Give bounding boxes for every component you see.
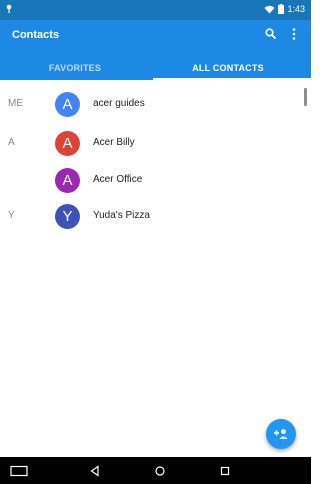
tab-all-contacts[interactable]: ALL CONTACTS — [153, 56, 303, 80]
add-contact-icon — [274, 429, 288, 439]
avatar: A — [55, 168, 80, 193]
app-bar: Contacts FAVORITES ALL CONTACTS — [0, 20, 311, 80]
wifi-icon — [264, 5, 275, 13]
status-time: 1:43 — [287, 4, 305, 14]
avatar: Y — [55, 204, 80, 229]
contact-name: Yuda's Pizza — [93, 210, 150, 221]
back-icon — [90, 464, 99, 477]
contact-row[interactable]: A Acer Office — [0, 163, 300, 199]
add-contact-button[interactable] — [266, 419, 296, 449]
page-title: Contacts — [12, 29, 60, 41]
section-letter: A — [8, 137, 15, 148]
status-right: 1:43 — [264, 4, 305, 14]
home-icon — [155, 465, 165, 476]
tab-bar: FAVORITES ALL CONTACTS — [0, 56, 311, 80]
contact-name: acer guides — [93, 98, 145, 109]
pin-icon — [6, 4, 12, 13]
avatar: A — [55, 131, 80, 156]
battery-icon — [278, 4, 285, 14]
keyboard-button[interactable] — [10, 463, 28, 478]
recents-icon — [220, 466, 230, 475]
section-letter: Y — [8, 210, 15, 221]
section-letter: ME — [8, 98, 23, 109]
contact-list[interactable]: ME A acer guides A A Acer Billy A Acer O… — [0, 80, 311, 457]
tab-favorites[interactable]: FAVORITES — [0, 56, 150, 80]
contact-row[interactable]: Y Y Yuda's Pizza — [0, 199, 300, 235]
keyboard-icon — [10, 465, 28, 476]
home-button[interactable] — [154, 463, 166, 478]
contact-name: Acer Office — [93, 174, 143, 185]
recents-button[interactable] — [219, 463, 231, 478]
more-vert-icon[interactable] — [286, 26, 302, 42]
status-bar: 1:43 — [0, 0, 311, 20]
contact-name: Acer Billy — [93, 137, 135, 148]
scrollbar[interactable] — [304, 88, 307, 106]
back-button[interactable] — [89, 463, 101, 478]
nav-bar — [0, 457, 311, 484]
search-icon[interactable] — [263, 26, 279, 42]
avatar: A — [55, 92, 80, 117]
contact-row[interactable]: A A Acer Billy — [0, 126, 300, 162]
contact-row[interactable]: ME A acer guides — [0, 87, 300, 123]
